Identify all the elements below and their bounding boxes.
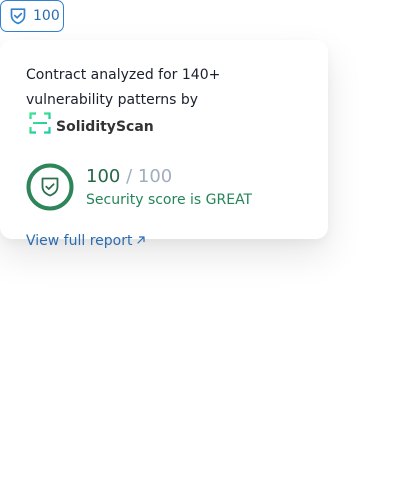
solidityscan-logo-icon: [29, 112, 51, 143]
solidityscan-brand: SolidityScan: [29, 112, 154, 143]
score-value: 100: [86, 165, 121, 187]
score-ring: [26, 163, 74, 211]
shield-check-icon: [8, 6, 28, 26]
shield-check-icon: [41, 177, 59, 197]
view-full-report-link[interactable]: View full report: [26, 233, 146, 249]
score-line: 100 / 100: [86, 165, 252, 189]
view-full-report-label: View full report: [26, 233, 133, 249]
analysis-description: Contract analyzed for 140+ vulnerability…: [26, 63, 302, 144]
analysis-description-text: Contract analyzed for 140+ vulnerability…: [26, 67, 221, 108]
score-text: 100 / 100 Security score is GREAT: [86, 165, 252, 210]
external-arrow-icon: [136, 233, 146, 249]
score-summary: 100 / 100 Security score is GREAT: [26, 163, 302, 211]
score-max: / 100: [126, 165, 173, 187]
security-score-badge[interactable]: 100: [0, 0, 64, 32]
solidityscan-name: SolidityScan: [56, 119, 154, 135]
security-score-popover: Contract analyzed for 140+ vulnerability…: [0, 40, 328, 249]
score-status: Security score is GREAT: [86, 191, 253, 208]
badge-score-value: 100: [33, 8, 60, 24]
